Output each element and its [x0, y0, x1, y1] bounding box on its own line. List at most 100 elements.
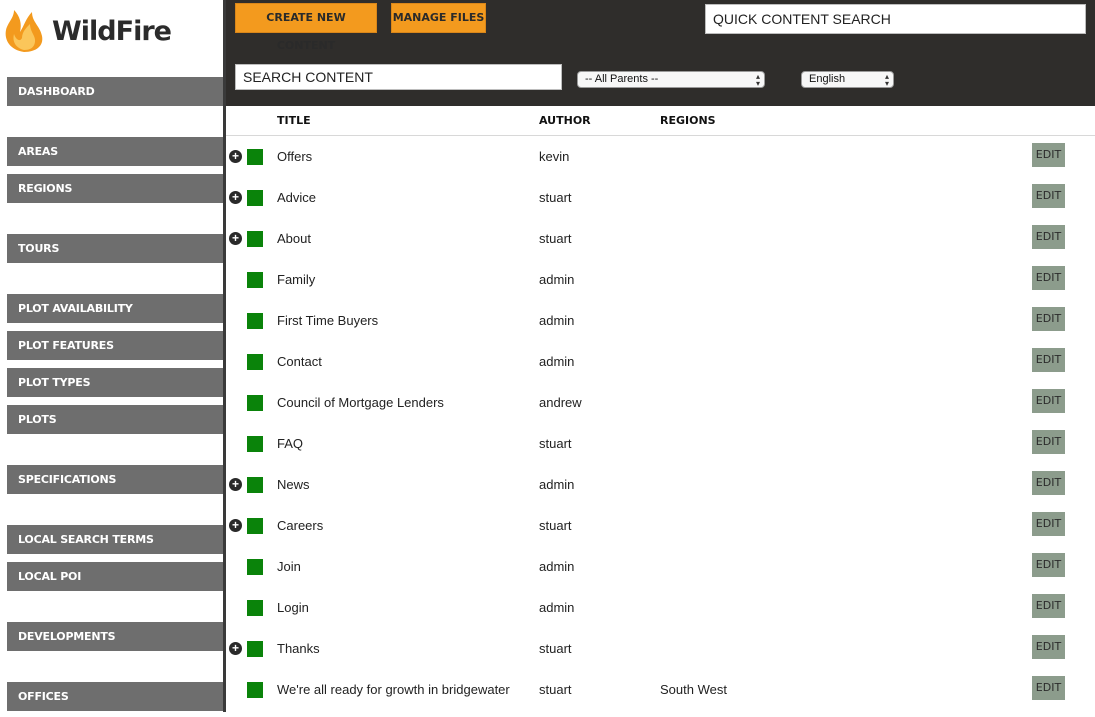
logo-text: WildFire	[52, 16, 172, 47]
row-title[interactable]: Join	[277, 559, 301, 574]
table-row: FAQ stuart EDIT	[226, 430, 1095, 471]
sidebar-item-plot-types[interactable]: PLOT TYPES	[7, 368, 223, 397]
flame-icon	[5, 10, 43, 52]
edit-button[interactable]: EDIT	[1032, 307, 1065, 331]
sidebar-item-developments[interactable]: DEVELOPMENTS	[7, 622, 223, 651]
edit-button[interactable]: EDIT	[1032, 266, 1065, 290]
row-title[interactable]: FAQ	[277, 436, 303, 451]
row-title[interactable]: Family	[277, 272, 315, 287]
quick-content-search-input[interactable]	[705, 4, 1086, 34]
row-title[interactable]: Offers	[277, 149, 312, 164]
edit-button[interactable]: EDIT	[1032, 389, 1065, 413]
row-title[interactable]: About	[277, 231, 311, 246]
logo[interactable]: WildFire	[2, 4, 172, 54]
status-indicator	[247, 600, 263, 616]
table-row: + Offers kevin EDIT	[226, 143, 1095, 184]
row-title[interactable]: Contact	[277, 354, 322, 369]
table-row: + About stuart EDIT	[226, 225, 1095, 266]
row-author: kevin	[539, 149, 570, 164]
table-row: + Thanks stuart EDIT	[226, 635, 1095, 676]
edit-button[interactable]: EDIT	[1032, 512, 1065, 536]
edit-button[interactable]: EDIT	[1032, 471, 1065, 495]
status-indicator	[247, 231, 263, 247]
sidebar: WildFire DASHBOARD AREAS REGIONS TOURS P…	[0, 0, 226, 712]
row-title[interactable]: First Time Buyers	[277, 313, 378, 328]
table-row: Join admin EDIT	[226, 553, 1095, 594]
edit-button[interactable]: EDIT	[1032, 635, 1065, 659]
row-author: stuart	[539, 518, 572, 533]
expand-plus-icon[interactable]: +	[229, 191, 242, 204]
row-author: stuart	[539, 641, 572, 656]
sidebar-item-tours[interactable]: TOURS	[7, 234, 223, 263]
sidebar-item-local-poi[interactable]: LOCAL POI	[7, 562, 223, 591]
row-author: stuart	[539, 682, 572, 697]
search-content-input[interactable]	[235, 64, 562, 90]
edit-button[interactable]: EDIT	[1032, 348, 1065, 372]
row-author: stuart	[539, 436, 572, 451]
table-row: + Advice stuart EDIT	[226, 184, 1095, 225]
expand-plus-icon[interactable]: +	[229, 478, 242, 491]
sidebar-item-plots[interactable]: PLOTS	[7, 405, 223, 434]
edit-button[interactable]: EDIT	[1032, 430, 1065, 454]
status-indicator	[247, 190, 263, 206]
row-author: stuart	[539, 190, 572, 205]
status-indicator	[247, 149, 263, 165]
row-title[interactable]: Login	[277, 600, 309, 615]
sidebar-item-offices[interactable]: OFFICES	[7, 682, 223, 711]
expand-plus-icon[interactable]: +	[229, 150, 242, 163]
sidebar-item-specifications[interactable]: SPECIFICATIONS	[7, 465, 223, 494]
column-header-title[interactable]: TITLE	[277, 114, 311, 127]
manage-files-button[interactable]: MANAGE FILES	[391, 3, 486, 33]
table-row: Contact admin EDIT	[226, 348, 1095, 389]
create-new-content-button[interactable]: CREATE NEW CONTENT	[235, 3, 377, 52]
row-author: admin	[539, 600, 575, 615]
language-select-value: English	[809, 73, 846, 85]
sidebar-item-regions[interactable]: REGIONS	[7, 174, 223, 203]
row-author: admin	[539, 313, 575, 328]
sidebar-item-local-search-terms[interactable]: LOCAL SEARCH TERMS	[7, 525, 223, 554]
row-author: admin	[539, 477, 575, 492]
sidebar-item-dashboard[interactable]: DASHBOARD	[7, 77, 223, 106]
row-title[interactable]: Careers	[277, 518, 323, 533]
edit-button[interactable]: EDIT	[1032, 594, 1065, 618]
select-arrows-icon: ▴ ▾	[755, 72, 760, 88]
row-title[interactable]: We're all ready for growth in bridgewate…	[277, 682, 510, 697]
row-title[interactable]: Council of Mortgage Lenders	[277, 395, 444, 410]
table-row: Council of Mortgage Lenders andrew EDIT	[226, 389, 1095, 430]
table-row: + Careers stuart EDIT	[226, 512, 1095, 553]
row-title[interactable]: Advice	[277, 190, 316, 205]
edit-button[interactable]: EDIT	[1032, 676, 1065, 700]
row-region: South West	[660, 682, 727, 697]
row-author: andrew	[539, 395, 582, 410]
status-indicator	[247, 354, 263, 370]
expand-plus-icon[interactable]: +	[229, 642, 242, 655]
column-header-regions[interactable]: REGIONS	[660, 114, 716, 127]
parent-select-value: -- All Parents --	[585, 73, 659, 85]
status-indicator	[247, 395, 263, 411]
column-header-author[interactable]: AUTHOR	[539, 114, 591, 127]
sidebar-item-plot-features[interactable]: PLOT FEATURES	[7, 331, 223, 360]
row-author: admin	[539, 272, 575, 287]
row-author: admin	[539, 559, 575, 574]
parent-select[interactable]: -- All Parents -- ▴ ▾	[577, 71, 765, 88]
edit-button[interactable]: EDIT	[1032, 225, 1065, 249]
edit-button[interactable]: EDIT	[1032, 184, 1065, 208]
table-row: We're all ready for growth in bridgewate…	[226, 676, 1095, 717]
row-title[interactable]: News	[277, 477, 310, 492]
language-select[interactable]: English ▴ ▾	[801, 71, 894, 88]
expand-plus-icon[interactable]: +	[229, 519, 242, 532]
row-title[interactable]: Thanks	[277, 641, 320, 656]
status-indicator	[247, 518, 263, 534]
edit-button[interactable]: EDIT	[1032, 553, 1065, 577]
status-indicator	[247, 272, 263, 288]
edit-button[interactable]: EDIT	[1032, 143, 1065, 167]
table-row: Family admin EDIT	[226, 266, 1095, 307]
expand-plus-icon[interactable]: +	[229, 232, 242, 245]
status-indicator	[247, 313, 263, 329]
sidebar-item-areas[interactable]: AREAS	[7, 137, 223, 166]
table-row: Login admin EDIT	[226, 594, 1095, 635]
status-indicator	[247, 682, 263, 698]
sidebar-item-plot-availability[interactable]: PLOT AVAILABILITY	[7, 294, 223, 323]
status-indicator	[247, 436, 263, 452]
status-indicator	[247, 641, 263, 657]
